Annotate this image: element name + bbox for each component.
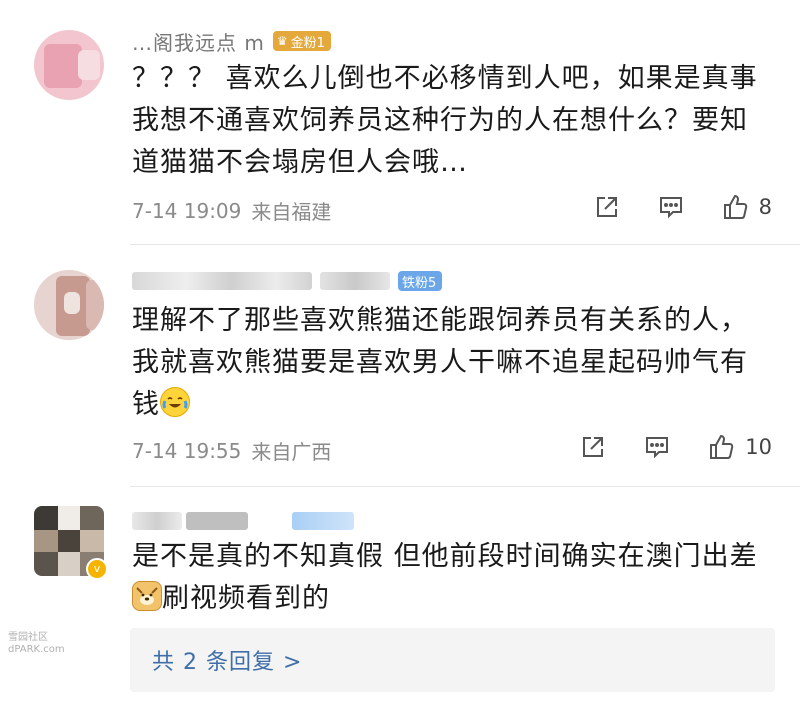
watermark: 雪园社区 dPARK.com	[8, 632, 65, 656]
comment-text: 理解不了那些喜欢熊猫还能跟饲养员有关系的人，我就喜欢熊猫要是喜欢男人干嘛不追星起…	[132, 300, 772, 426]
username-blurred[interactable]	[132, 512, 182, 530]
comment-2: 铁粉5 理解不了那些喜欢熊猫还能跟饲养员有关系的人，我就喜欢熊猫要是喜欢男人干嘛…	[0, 244, 800, 486]
replies-bar[interactable]: 共 2 条回复 >	[130, 628, 775, 692]
username-blurred-2	[320, 272, 390, 290]
share-icon[interactable]	[561, 433, 625, 461]
watermark-line-2: dPARK.com	[8, 644, 65, 655]
verified-badge-icon: v	[86, 558, 108, 580]
fan-badge-icon: ♛	[276, 34, 288, 48]
comment-location: 来自广西	[251, 440, 332, 464]
fan-badge-label: 铁粉5	[402, 275, 437, 291]
comment-icon[interactable]	[625, 433, 689, 461]
comment-location: 来自福建	[251, 200, 332, 224]
avatar[interactable]	[34, 270, 104, 340]
username-blurred[interactable]	[132, 272, 312, 290]
comment-text: ？？？ 喜欢么儿倒也不必移情到人吧，如果是真事我想不通喜欢饲养员这种行为的人在想…	[132, 63, 758, 178]
username-row: …阁我远点 m ♛ 金粉1	[132, 26, 331, 56]
comment-text-content-2: 刷视频看到的	[162, 583, 330, 614]
like-count: 8	[758, 195, 772, 219]
username[interactable]: …阁我远点 m	[132, 27, 265, 56]
view-replies-link[interactable]: 共 2 条回复 >	[152, 644, 302, 676]
fan-badge-label: 金粉1	[290, 35, 325, 51]
comment-icon[interactable]	[639, 193, 703, 221]
comment-actions: 10	[561, 432, 772, 462]
laugh-cry-emoji	[160, 387, 190, 417]
comment-meta: 7-14 19:09 来自福建	[132, 196, 331, 225]
comment-meta: 7-14 19:55 来自广西	[132, 436, 331, 465]
doge-emoji	[132, 581, 162, 611]
like-button[interactable]: 8	[721, 192, 772, 222]
comment-text: 是不是真的不知真假 但他前段时间确实在澳门出差 刷视频看到的	[132, 536, 772, 620]
comment-actions: 8	[575, 192, 772, 222]
watermark-line-1: 雪园社区	[8, 632, 48, 643]
username-blurred-3	[292, 512, 354, 530]
share-icon[interactable]	[575, 193, 639, 221]
like-button[interactable]: 10	[707, 432, 772, 462]
thumbs-up-icon	[710, 434, 734, 459]
like-count: 10	[745, 435, 772, 459]
comment-time: 7-14 19:09	[132, 198, 242, 223]
username-row: 铁粉5	[132, 266, 443, 296]
comment-text-content: 理解不了那些喜欢熊猫还能跟饲养员有关系的人，我就喜欢熊猫要是喜欢男人干嘛不追星起…	[132, 305, 748, 420]
username-blurred-2	[186, 512, 248, 530]
thumbs-up-icon	[723, 194, 747, 219]
comment-text-content: 是不是真的不知真假 但他前段时间确实在澳门出差	[132, 541, 758, 572]
avatar[interactable]	[34, 30, 104, 100]
fan-badge[interactable]: ♛ 金粉1	[272, 31, 331, 51]
comment-time: 7-14 19:55	[132, 438, 242, 463]
comment-1: …阁我远点 m ♛ 金粉1 ？？？ 喜欢么儿倒也不必移情到人吧，如果是真事我想不…	[0, 0, 800, 244]
fan-badge[interactable]: 铁粉5	[398, 271, 443, 291]
username-row	[132, 506, 354, 536]
